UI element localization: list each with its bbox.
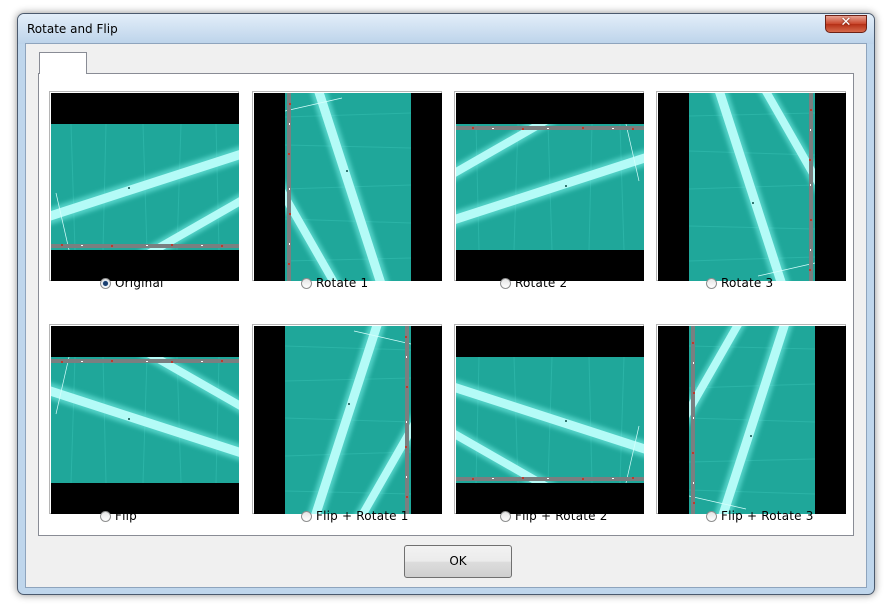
preview-image	[254, 326, 442, 514]
dialog-client-area: Original Rotate 1 Rotate 2 Rotate 3 Flip…	[25, 43, 867, 588]
option-label: Rotate 2	[515, 276, 568, 290]
option-label: Flip	[115, 509, 137, 523]
thumbnail-original[interactable]	[49, 91, 239, 281]
radio-flip-rotate-1[interactable]: Flip + Rotate 1	[301, 508, 409, 524]
title-bar[interactable]: Rotate and Flip ✕	[18, 14, 874, 44]
radio-indicator[interactable]	[100, 511, 111, 522]
preview-image	[51, 326, 239, 514]
thumbnail-flip-rotate-1[interactable]	[252, 324, 442, 514]
radio-flip-rotate-2[interactable]: Flip + Rotate 2	[500, 508, 608, 524]
preview-image	[254, 93, 442, 281]
radio-indicator[interactable]	[706, 278, 717, 289]
radio-indicator[interactable]	[301, 511, 312, 522]
radio-rotate-3[interactable]: Rotate 3	[706, 275, 773, 291]
close-button[interactable]: ✕	[825, 15, 867, 33]
option-label: Rotate 1	[316, 276, 369, 290]
option-label: Original	[115, 276, 164, 290]
radio-flip[interactable]: Flip	[100, 508, 137, 524]
option-label: Flip + Rotate 2	[515, 509, 608, 523]
thumbnail-rotate-3[interactable]	[656, 91, 846, 281]
tab-page[interactable]	[39, 52, 87, 74]
option-label: Flip + Rotate 1	[316, 509, 409, 523]
preview-image	[51, 93, 239, 281]
thumbnail-flip[interactable]	[49, 324, 239, 514]
preview-image	[658, 93, 846, 281]
dialog-title: Rotate and Flip	[27, 22, 118, 36]
preview-image	[456, 93, 644, 281]
radio-indicator[interactable]	[301, 278, 312, 289]
preview-image	[456, 326, 644, 514]
tab-panel: Original Rotate 1 Rotate 2 Rotate 3 Flip…	[38, 73, 854, 536]
rotate-flip-dialog: Rotate and Flip ✕ Original Rotate 1 Rota…	[17, 13, 875, 595]
radio-indicator[interactable]	[500, 511, 511, 522]
radio-indicator[interactable]	[100, 278, 111, 289]
radio-rotate-1[interactable]: Rotate 1	[301, 275, 368, 291]
radio-original[interactable]: Original	[100, 275, 164, 291]
thumbnail-flip-rotate-3[interactable]	[656, 324, 846, 514]
radio-rotate-2[interactable]: Rotate 2	[500, 275, 567, 291]
radio-indicator[interactable]	[500, 278, 511, 289]
radio-indicator[interactable]	[706, 511, 717, 522]
radio-flip-rotate-3[interactable]: Flip + Rotate 3	[706, 508, 814, 524]
thumbnail-rotate-2[interactable]	[454, 91, 644, 281]
option-label: Flip + Rotate 3	[721, 509, 814, 523]
thumbnail-flip-rotate-2[interactable]	[454, 324, 644, 514]
close-icon: ✕	[840, 15, 852, 30]
thumbnail-rotate-1[interactable]	[252, 91, 442, 281]
preview-image	[658, 326, 846, 514]
ok-button[interactable]: OK	[404, 545, 512, 578]
option-label: Rotate 3	[721, 276, 774, 290]
